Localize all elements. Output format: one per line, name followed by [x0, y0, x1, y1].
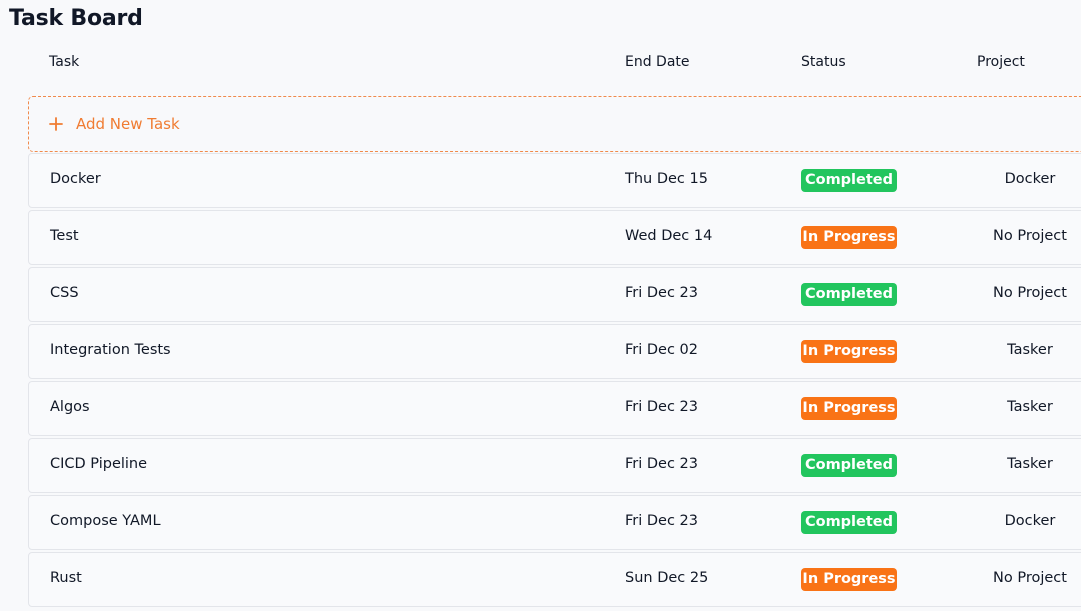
task-end-date: Wed Dec 14	[625, 228, 713, 244]
task-project: Docker	[1004, 513, 1056, 529]
task-row[interactable]: Test Wed Dec 14 In Progress No Project	[28, 210, 1081, 265]
column-header-status[interactable]: Status	[801, 54, 846, 70]
task-project: Tasker	[1007, 399, 1053, 415]
status-badge[interactable]: In Progress	[801, 340, 897, 363]
task-row[interactable]: Algos Fri Dec 23 In Progress Tasker	[28, 381, 1081, 436]
task-end-date: Fri Dec 23	[625, 285, 699, 301]
column-header-project[interactable]: Project	[977, 54, 1025, 70]
add-new-task-button[interactable]: Add New Task	[28, 96, 1081, 152]
task-name: Docker	[50, 171, 101, 187]
task-board-page: Task Board Task End Date Status Project …	[0, 0, 1081, 611]
task-name: Test	[50, 228, 79, 244]
task-row[interactable]: CICD Pipeline Fri Dec 23 Completed Taske…	[28, 438, 1081, 493]
add-new-task-label: Add New Task	[76, 115, 180, 133]
task-end-date: Sun Dec 25	[625, 570, 709, 586]
task-name: Integration Tests	[50, 342, 171, 358]
status-badge[interactable]: Completed	[801, 511, 897, 534]
status-badge[interactable]: Completed	[801, 283, 897, 306]
task-end-date: Fri Dec 02	[625, 342, 699, 358]
table-header: Task End Date Status Project	[0, 54, 1081, 76]
task-end-date: Thu Dec 15	[625, 171, 708, 187]
task-end-date: Fri Dec 23	[625, 399, 699, 415]
task-project: No Project	[993, 285, 1067, 301]
task-name: CSS	[50, 285, 79, 301]
task-project: Docker	[1004, 171, 1056, 187]
task-row[interactable]: Compose YAML Fri Dec 23 Completed Docker	[28, 495, 1081, 550]
task-end-date: Fri Dec 23	[625, 456, 699, 472]
task-project: Tasker	[1007, 342, 1053, 358]
column-header-end-date[interactable]: End Date	[625, 54, 690, 70]
status-badge[interactable]: In Progress	[801, 397, 897, 420]
status-badge[interactable]: Completed	[801, 169, 897, 192]
task-row[interactable]: Rust Sun Dec 25 In Progress No Project	[28, 552, 1081, 607]
task-project: No Project	[993, 228, 1067, 244]
status-badge[interactable]: Completed	[801, 454, 897, 477]
task-project: No Project	[993, 570, 1067, 586]
column-header-task[interactable]: Task	[49, 54, 79, 70]
task-name: Compose YAML	[50, 513, 161, 529]
task-end-date: Fri Dec 23	[625, 513, 699, 529]
task-row[interactable]: CSS Fri Dec 23 Completed No Project	[28, 267, 1081, 322]
task-name: Algos	[50, 399, 90, 415]
status-badge[interactable]: In Progress	[801, 226, 897, 249]
plus-icon	[48, 112, 64, 136]
task-name: Rust	[50, 570, 82, 586]
task-project: Tasker	[1007, 456, 1053, 472]
page-title: Task Board	[9, 6, 143, 31]
task-row[interactable]: Docker Thu Dec 15 Completed Docker	[28, 153, 1081, 208]
task-name: CICD Pipeline	[50, 456, 148, 472]
task-row[interactable]: Integration Tests Fri Dec 02 In Progress…	[28, 324, 1081, 379]
status-badge[interactable]: In Progress	[801, 568, 897, 591]
